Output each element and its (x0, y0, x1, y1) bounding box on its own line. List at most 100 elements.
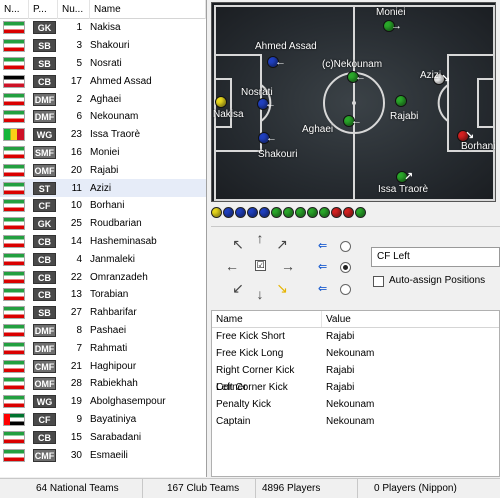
player-token[interactable] (215, 96, 227, 108)
player-name: Azizi (90, 182, 112, 194)
player-row[interactable]: DMF 7 Rahmati (0, 339, 206, 357)
radio-option-3[interactable] (340, 284, 351, 295)
column-number[interactable]: Nu... (58, 0, 90, 19)
player-row[interactable]: CB 14 Hasheminasab (0, 233, 206, 251)
position-select[interactable]: CF Left (371, 247, 500, 267)
prop-value[interactable]: Rajabi (322, 328, 499, 345)
player-row[interactable]: CF 9 Bayatiniya (0, 411, 206, 429)
player-row[interactable]: DMF 6 Nekounam (0, 108, 206, 126)
player-token-label: Borhani (461, 141, 496, 152)
auto-assign-checkbox[interactable] (373, 276, 384, 287)
player-row[interactable]: GK 25 Roudbarian (0, 215, 206, 233)
color-ball[interactable] (235, 207, 246, 218)
color-ball[interactable] (247, 207, 258, 218)
player-row[interactable]: GK 1 Nakisa (0, 19, 206, 37)
main-window: N... P... Nu... Name GK 1 Nakisa SB 3 Shakour… (0, 0, 500, 498)
player-row[interactable]: CB 4 Janmaleki (0, 250, 206, 268)
player-row[interactable]: SB 5 Nosrati (0, 55, 206, 73)
position-badge: CB (33, 74, 56, 88)
formation-pitch[interactable]: Nakisa ← Nosrati ← Ahmed Assad ← Shakouri ← (c)N… (211, 2, 496, 202)
player-row[interactable]: WG 19 Abolghasempour (0, 393, 206, 411)
direction-arrow-icon[interactable]: ↓ (251, 285, 269, 303)
color-ball[interactable] (355, 207, 366, 218)
color-ball[interactable] (319, 207, 330, 218)
column-name[interactable]: Name (90, 0, 206, 19)
radio-option-1[interactable] (340, 241, 351, 252)
prop-row[interactable]: Captain Nekounam (212, 413, 499, 430)
player-row[interactable]: SMF 16 Moniei (0, 144, 206, 162)
position-badge: DMF (33, 92, 56, 106)
player-row[interactable]: WG 23 Issa Traorè (0, 126, 206, 144)
player-row[interactable]: SB 3 Shakouri (0, 37, 206, 55)
direction-arrow-icon[interactable]: ↘ (273, 279, 291, 297)
position-badge: DMF (33, 110, 56, 124)
column-position[interactable]: P... (29, 0, 58, 19)
color-ball[interactable] (331, 207, 342, 218)
color-ball[interactable] (307, 207, 318, 218)
position-badge: CB (33, 270, 56, 284)
center-check[interactable]: ☑ (255, 260, 266, 271)
player-row[interactable]: SB 27 Rahbarifar (0, 304, 206, 322)
direction-arrow-icon[interactable]: → (279, 257, 297, 275)
player-row[interactable]: CB 17 Ahmed Assad (0, 72, 206, 90)
shirt-number: 5 (76, 57, 82, 69)
player-row[interactable]: CMF 21 Haghipour (0, 357, 206, 375)
position-badge: ST (33, 181, 56, 195)
color-ball[interactable] (271, 207, 282, 218)
column-prop-name[interactable]: Name (212, 311, 322, 327)
player-list[interactable]: N... P... Nu... Name GK 1 Nakisa SB 3 Shakour… (0, 0, 207, 477)
column-nationality[interactable]: N... (0, 0, 29, 19)
direction-arrow-icon[interactable]: ↖ (229, 235, 247, 253)
color-ball[interactable] (343, 207, 354, 218)
prop-row[interactable]: Penalty Kick Nekounam (212, 396, 499, 413)
prop-row[interactable]: Right Corner Kick Corner Rajabi (212, 362, 499, 393)
prop-value[interactable]: Nekounam (322, 413, 499, 430)
position-badge: CF (33, 412, 56, 426)
flag-icon (3, 377, 25, 391)
flag-icon (3, 306, 25, 320)
player-token-label: Nosrati (241, 87, 273, 98)
color-ball[interactable] (223, 207, 234, 218)
player-name: Roudbarian (90, 218, 142, 230)
prop-value[interactable]: Rajabi (322, 379, 499, 396)
prop-row[interactable]: Free Kick Long Nekounam (212, 345, 499, 362)
direction-arrow-icon[interactable]: ↑ (251, 229, 269, 247)
run-direction-icon: ← (355, 71, 366, 83)
column-prop-value[interactable]: Value (322, 311, 499, 327)
shirt-number: 1 (76, 22, 82, 34)
player-row[interactable]: ST 11 Azizi (0, 179, 206, 197)
direction-arrow-icon[interactable]: ← (223, 257, 241, 275)
prop-value[interactable]: Rajabi (322, 362, 499, 379)
player-row[interactable]: CB 13 Torabian (0, 286, 206, 304)
shirt-number: 22 (70, 271, 82, 283)
player-row[interactable]: CB 15 Sarabadani (0, 428, 206, 446)
player-row[interactable]: DMF 8 Pashaei (0, 322, 206, 340)
color-ball[interactable] (283, 207, 294, 218)
color-ball[interactable] (259, 207, 270, 218)
prop-row[interactable]: Free Kick Short Rajabi (212, 328, 499, 345)
player-row[interactable]: OMF 20 Rajabi (0, 161, 206, 179)
radio-option-2[interactable] (340, 262, 351, 273)
direction-arrow-icon[interactable]: ↙ (229, 279, 247, 297)
player-row[interactable]: DMF 2 Aghaei (0, 90, 206, 108)
player-name: Aghaei (90, 93, 122, 105)
prop-value[interactable]: Nekounam (322, 396, 499, 413)
flag-icon (3, 412, 25, 426)
prop-value[interactable]: Nekounam (322, 345, 499, 362)
direction-arrow-icon[interactable]: ↗ (273, 235, 291, 253)
player-token[interactable] (395, 95, 407, 107)
player-row[interactable]: CB 22 Omranzadeh (0, 268, 206, 286)
player-name: Abolghasempour (90, 396, 166, 408)
player-name: Nekounam (90, 111, 139, 123)
shirt-number: 30 (70, 449, 82, 461)
color-ball[interactable] (211, 207, 222, 218)
player-row[interactable]: CF 10 Borhani (0, 197, 206, 215)
flag-icon (3, 234, 25, 248)
color-ball[interactable] (295, 207, 306, 218)
player-token-label: Shakouri (258, 149, 298, 160)
player-name: Nakisa (90, 22, 121, 34)
prop-row[interactable]: Left Corner Kick Rajabi (212, 379, 499, 396)
player-row[interactable]: OMF 28 Rabiekhah (0, 375, 206, 393)
flag-icon (3, 270, 25, 284)
player-row[interactable]: CMF 30 Esmaeili (0, 446, 206, 464)
